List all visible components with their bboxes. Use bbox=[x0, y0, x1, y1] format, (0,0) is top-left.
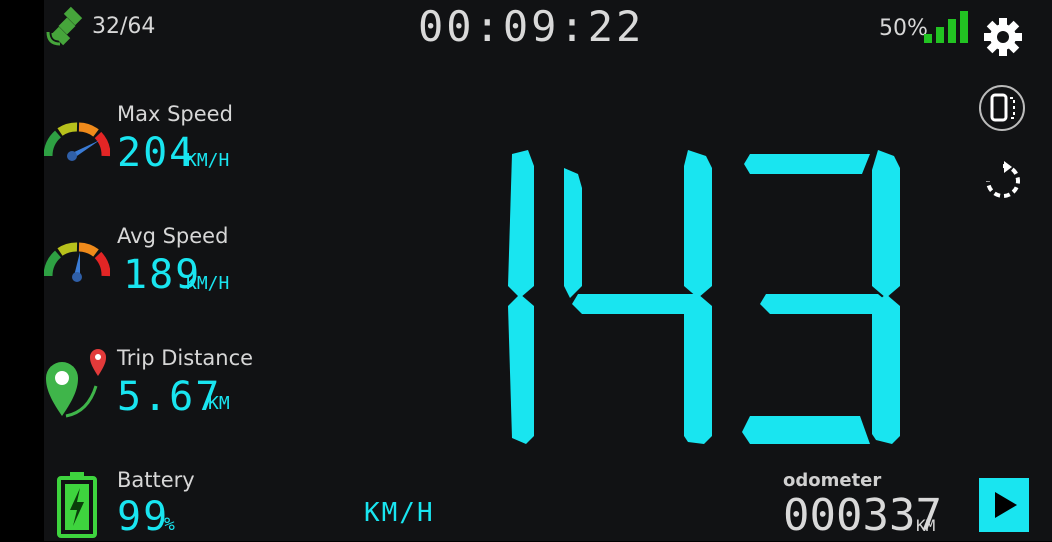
battery-label: Battery bbox=[117, 468, 195, 492]
avg-speed-gauge-icon bbox=[43, 238, 111, 282]
max-speed-gauge-icon bbox=[43, 118, 111, 162]
trip-timer: 00:09:22 bbox=[418, 2, 645, 51]
map-pin-icon bbox=[44, 346, 112, 420]
trip-distance-label: Trip Distance bbox=[117, 346, 254, 370]
right-toolbar bbox=[960, 0, 1052, 541]
odometer-unit: KM bbox=[916, 516, 936, 535]
trip-distance-unit: KM bbox=[208, 393, 230, 414]
max-speed-value: 204 bbox=[117, 130, 196, 176]
speed-unit: KM/H bbox=[364, 498, 435, 528]
play-button[interactable] bbox=[979, 478, 1029, 532]
gear-icon[interactable] bbox=[982, 16, 1024, 58]
max-speed-label: Max Speed bbox=[117, 102, 233, 126]
play-icon bbox=[995, 492, 1017, 518]
avg-speed-unit: KM/H bbox=[186, 273, 230, 294]
max-speed-unit: KM/H bbox=[186, 150, 230, 171]
signal-percent: 50% bbox=[879, 16, 928, 41]
satellite-count: 32/64 bbox=[92, 14, 156, 39]
mirror-phone-icon[interactable] bbox=[978, 84, 1026, 132]
satellite-icon bbox=[44, 6, 90, 48]
signal-bars-icon bbox=[922, 10, 972, 44]
current-speed-display: 143 bbox=[498, 146, 910, 446]
avg-speed-label: Avg Speed bbox=[117, 224, 229, 248]
odometer-label: odometer bbox=[783, 470, 882, 491]
battery-charging-icon bbox=[56, 470, 98, 538]
battery-unit: % bbox=[164, 514, 175, 535]
reset-icon[interactable] bbox=[982, 160, 1024, 202]
battery-value: 99 bbox=[117, 494, 170, 540]
trip-distance-value: 5.67 bbox=[117, 374, 222, 420]
